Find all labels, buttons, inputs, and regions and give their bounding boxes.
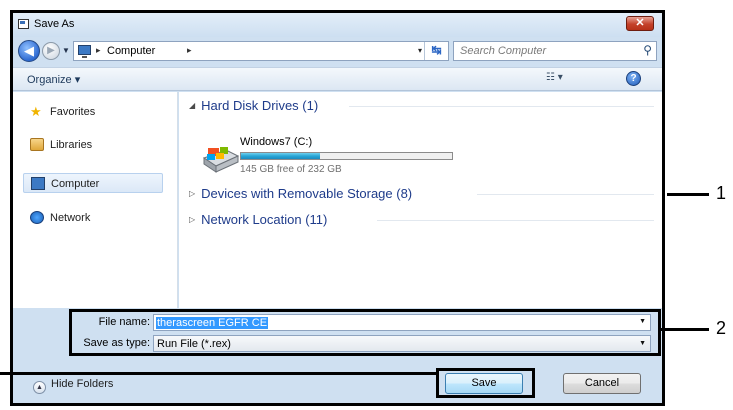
sidebar-item-label: Libraries — [50, 139, 93, 151]
star-icon: ★ — [30, 104, 42, 119]
file-list-pane: ◢ Hard Disk Drives (1) Windows7 (C:) 145 … — [179, 92, 662, 308]
drive-usage-bar — [240, 152, 453, 160]
address-bar[interactable]: ▸ Computer ▸ ▾ ↹ — [73, 41, 449, 61]
filetype-dropdown-icon[interactable]: ▼ — [639, 340, 646, 347]
group-divider — [477, 194, 654, 195]
callout-number-1: 1 — [716, 183, 727, 203]
back-button[interactable]: ◀ — [18, 40, 40, 62]
sidebar-item-favorites[interactable]: ★ Favorites — [23, 102, 163, 122]
callout-line-3 — [0, 372, 438, 375]
save-as-dialog: Save As ✕ ◀ ▶ ▼ ▸ Computer ▸ ▾ ↹ ⚲ Organ… — [10, 10, 665, 406]
sidebar-item-network[interactable]: Network — [23, 208, 163, 228]
close-button[interactable]: ✕ — [626, 16, 654, 31]
hide-folders-button[interactable]: ▲ Hide Folders — [33, 378, 113, 394]
sidebar-item-label: Favorites — [50, 106, 96, 118]
help-icon[interactable]: ? — [626, 71, 641, 86]
drive-name[interactable]: Windows7 (C:) — [240, 136, 312, 148]
hard-drive-icon[interactable] — [202, 146, 240, 174]
computer-icon — [78, 45, 91, 58]
filename-value[interactable]: therascreen EGFR CE — [156, 317, 269, 329]
refresh-button[interactable]: ↹ — [424, 42, 448, 60]
window-icon — [18, 19, 29, 29]
filename-dropdown-icon[interactable]: ▼ — [639, 318, 646, 325]
group-hard-disk-drives[interactable]: ◢ Hard Disk Drives (1) — [189, 98, 654, 114]
search-input[interactable] — [460, 44, 630, 58]
filename-label: File name: — [98, 316, 150, 328]
forward-button[interactable]: ▶ — [42, 42, 60, 60]
hide-folders-label: Hide Folders — [51, 378, 114, 390]
filename-field[interactable]: therascreen EGFR CE ▼ — [153, 314, 651, 331]
sidebar-item-libraries[interactable]: Libraries — [23, 135, 163, 155]
group-removable-storage[interactable]: ▷ Devices with Removable Storage (8) — [189, 186, 654, 202]
command-bar: Organize ▾ ☷ ▾ ? — [13, 67, 662, 91]
save-form: File name: therascreen EGFR CE ▼ Save as… — [13, 308, 662, 366]
group-network-location[interactable]: ▷ Network Location (11) — [189, 212, 654, 228]
collapse-icon[interactable]: ◢ — [189, 101, 195, 110]
navigation-pane: ★ Favorites Libraries Computer Network — [13, 92, 178, 308]
address-dropdown-icon[interactable]: ▾ — [418, 46, 422, 55]
cancel-button[interactable]: Cancel — [563, 373, 641, 394]
breadcrumb-computer[interactable]: Computer — [107, 45, 155, 57]
filetype-value: Run File (*.rex) — [157, 338, 231, 350]
change-view-button[interactable]: ☷ ▾ — [546, 72, 580, 87]
title-bar: Save As ✕ — [13, 13, 662, 37]
search-icon[interactable]: ⚲ — [643, 43, 652, 57]
computer-icon — [31, 177, 45, 190]
search-box[interactable]: ⚲ — [453, 41, 657, 61]
group-label: Hard Disk Drives (1) — [201, 98, 319, 113]
window-title: Save As — [34, 18, 75, 30]
callout-number-2: 2 — [716, 318, 727, 338]
collapse-up-icon: ▲ — [33, 381, 46, 394]
filetype-select[interactable]: Run File (*.rex) ▼ — [153, 335, 651, 352]
sidebar-item-label: Computer — [51, 178, 100, 190]
recent-pages-dropdown[interactable]: ▼ — [62, 46, 70, 55]
drive-usage-fill — [241, 153, 321, 159]
breadcrumb-separator-icon[interactable]: ▸ — [96, 45, 101, 56]
library-icon — [30, 138, 44, 151]
navigation-bar: ◀ ▶ ▼ ▸ Computer ▸ ▾ ↹ ⚲ — [13, 37, 662, 65]
group-label: Network Location (11) — [201, 212, 328, 227]
expand-icon[interactable]: ▷ — [189, 215, 195, 224]
sidebar-item-computer[interactable]: Computer — [23, 173, 163, 193]
callout-line-2 — [661, 328, 709, 331]
breadcrumb-separator-icon[interactable]: ▸ — [187, 45, 192, 56]
sidebar-item-label: Network — [50, 212, 91, 224]
group-divider — [377, 220, 654, 221]
filetype-label: Save as type: — [83, 337, 150, 349]
drive-free-space: 145 GB free of 232 GB — [240, 164, 342, 175]
callout-line-1 — [667, 193, 709, 196]
expand-icon[interactable]: ▷ — [189, 189, 195, 198]
group-label: Devices with Removable Storage (8) — [201, 186, 413, 201]
group-divider — [349, 106, 654, 107]
organize-menu[interactable]: Organize ▾ — [27, 73, 80, 86]
network-icon — [30, 211, 44, 224]
save-button[interactable]: Save — [445, 373, 523, 394]
